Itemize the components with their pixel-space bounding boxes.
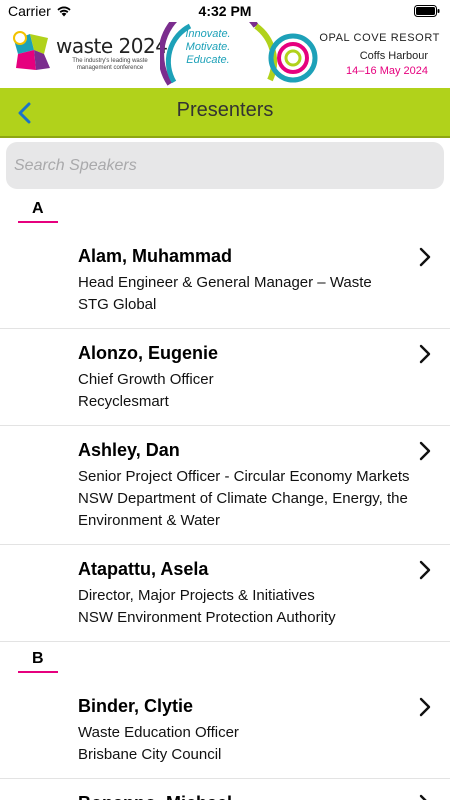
speaker-role: Waste Education Officer [78, 724, 239, 741]
speaker-organization: Recyclesmart [78, 393, 169, 410]
speaker-role: Head Engineer & General Manager – Waste [78, 274, 372, 291]
logo-title: waste 2024 [56, 34, 168, 58]
search-bar [6, 142, 444, 189]
speaker-organization: STG Global [78, 296, 157, 313]
chevron-right-icon [419, 344, 431, 364]
motto-text: Innovate. Motivate. Educate. [176, 28, 240, 67]
section-letter: B [32, 650, 44, 667]
event-banner: waste 2024 The industry's leading waste … [0, 22, 450, 86]
event-venue: OPAL COVE RESORT [319, 32, 440, 44]
speaker-row[interactable]: Alonzo, Eugenie Chief Growth Officer Rec… [0, 329, 450, 426]
speaker-organization: Brisbane City Council [78, 746, 222, 763]
event-dates: 14–16 May 2024 [346, 65, 428, 77]
search-input[interactable] [6, 142, 444, 189]
clock: 4:32 PM [198, 3, 252, 19]
speaker-organization: NSW Department of Climate Change, Energy… [78, 490, 408, 529]
section-header-a: A [0, 192, 450, 232]
motto-line: Educate. [186, 54, 230, 66]
battery-icon [414, 5, 440, 17]
chevron-right-icon [419, 697, 431, 717]
speaker-list: A Alam, Muhammad Head Engineer & General… [0, 192, 450, 800]
speaker-row[interactable]: Binder, Clytie Waste Education Officer B… [0, 682, 450, 779]
chevron-right-icon [419, 441, 431, 461]
speaker-name: Alonzo, Eugenie [78, 343, 219, 363]
speaker-name: Binder, Clytie [78, 696, 194, 716]
speaker-role: Director, Major Projects & Initiatives [78, 587, 315, 604]
chevron-right-icon [419, 247, 431, 267]
chevron-right-icon [419, 560, 431, 580]
speaker-name: Ashley, Dan [78, 440, 180, 460]
speaker-name: Bonanno, Michael [78, 791, 410, 800]
navigation-bar: Presenters [0, 88, 450, 138]
chevron-right-icon [419, 794, 427, 800]
speaker-row[interactable]: Alam, Muhammad Head Engineer & General M… [0, 232, 450, 329]
page-title: Presenters [176, 99, 274, 121]
event-city: Coffs Harbour [359, 50, 428, 62]
speaker-name: Alam, Muhammad [78, 246, 233, 266]
section-letter: A [32, 200, 44, 217]
motto-line: Motivate. [185, 41, 231, 53]
section-underline [18, 671, 58, 673]
motto-line: Innovate. [185, 28, 231, 40]
speaker-row[interactable]: Bonanno, Michael [0, 779, 450, 800]
speaker-name: Atapattu, Asela [78, 559, 209, 579]
waste-logo-icon [13, 31, 50, 70]
speaker-organization: NSW Environment Protection Authority [78, 609, 336, 626]
section-header-b: B [0, 642, 450, 682]
speaker-row[interactable]: Ashley, Dan Senior Project Officer - Cir… [0, 426, 450, 545]
speaker-role: Chief Growth Officer [78, 371, 214, 388]
speaker-role: Senior Project Officer - Circular Econom… [78, 468, 410, 485]
status-bar: Carrier 4:32 PM [0, 0, 450, 22]
speaker-row[interactable]: Atapattu, Asela Director, Major Projects… [0, 545, 450, 642]
logo-tagline: The industry's leading waste management … [72, 58, 148, 71]
section-underline [18, 221, 58, 223]
